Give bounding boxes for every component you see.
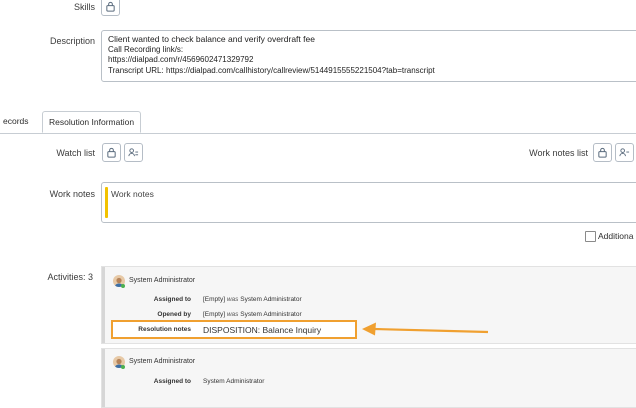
skills-label: Skills	[73, 2, 95, 12]
activity-stripe	[102, 267, 105, 343]
field-label-opened-by: Opened by	[157, 311, 191, 318]
work-notes-input[interactable]: Work notes	[101, 182, 636, 223]
activity-user-name: System Administrator	[129, 277, 196, 284]
description-line: Transcript URL: https://dialpad.com/call…	[108, 65, 435, 75]
work-notes-list-add-me-button[interactable]	[615, 143, 634, 162]
field-value-opened-by: [Empty] was System Administrator	[203, 311, 302, 318]
avatar-status-dot	[121, 284, 125, 288]
lock-icon	[106, 1, 115, 12]
additional-label: Additiona	[598, 231, 634, 241]
description-line: Call Recording link/s:	[108, 44, 184, 54]
add-users-icon	[128, 148, 139, 157]
skills-lock-button[interactable]	[101, 0, 120, 16]
old-value: [Empty]	[203, 296, 226, 303]
arrow-icon	[362, 322, 489, 336]
watch-list-label: Watch list	[56, 148, 95, 158]
new-value: System Administrator	[240, 296, 302, 303]
old-value: [Empty]	[203, 311, 226, 318]
avatar-status-dot	[121, 365, 125, 369]
description-label: Description	[49, 36, 95, 46]
activity-user-name: System Administrator	[129, 358, 196, 365]
work-notes-list-lock-button[interactable]	[593, 143, 612, 162]
new-value: System Administrator	[240, 311, 302, 318]
field-value-resolution-notes: DISPOSITION: Balance Inquiry	[203, 325, 322, 335]
field-label-resolution-notes: Resolution notes	[138, 326, 191, 333]
work-notes-label: Work notes	[49, 189, 95, 199]
watch-list-add-me-button[interactable]	[124, 143, 143, 162]
work-notes-placeholder: Work notes	[111, 189, 154, 199]
work-notes-indicator	[105, 187, 108, 218]
was-text: was	[226, 311, 239, 318]
activities-label: Activities: 3	[47, 272, 93, 282]
add-users-icon	[619, 148, 630, 157]
field-value-assigned-to: [Empty] was System Administrator	[203, 296, 302, 303]
tab-resolution-information[interactable]: Resolution Information	[42, 111, 142, 133]
description-line: https://dialpad.com/r/4569602471329792	[108, 55, 254, 64]
description-line: Client wanted to check balance and verif…	[108, 34, 315, 44]
tab-bar: ecords Resolution Information	[0, 111, 636, 134]
watch-list-lock-button[interactable]	[102, 143, 121, 162]
additional-checkbox[interactable]	[585, 231, 596, 242]
field-label-assigned-to: Assigned to	[153, 296, 191, 303]
lock-icon	[107, 147, 116, 158]
description-field[interactable]: Client wanted to check balance and verif…	[101, 30, 636, 82]
lock-icon	[598, 147, 607, 158]
field-value-assigned-to: System Administrator	[203, 378, 265, 385]
tab-records[interactable]: ecords	[0, 111, 35, 133]
activity-stripe	[102, 349, 105, 407]
work-notes-list-label: Work notes list	[529, 148, 588, 158]
was-text: was	[226, 296, 239, 303]
field-label-assigned-to: Assigned to	[153, 378, 191, 385]
